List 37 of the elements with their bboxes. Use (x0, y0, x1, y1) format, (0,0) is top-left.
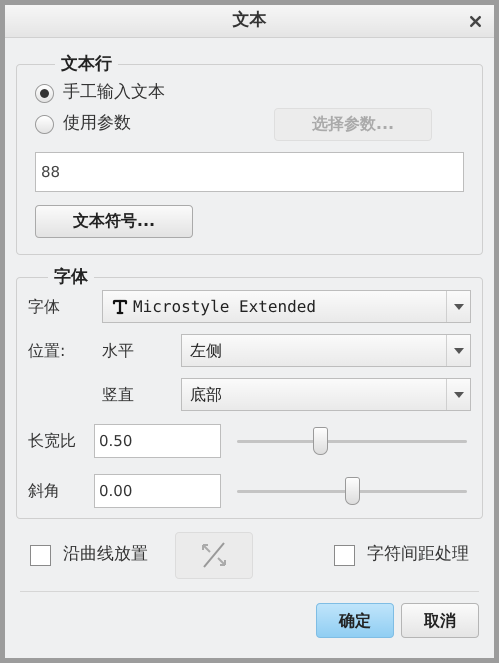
slider-thumb[interactable] (312, 426, 328, 454)
value-field[interactable]: 0.00 (94, 474, 221, 508)
checkbox[interactable] (30, 544, 51, 566)
window-title: 文本 (232, 9, 266, 32)
checkbox[interactable] (334, 544, 355, 566)
dropdown-arrow-icon (454, 348, 464, 354)
dropdown[interactable]: Microstyle Extended (102, 290, 471, 323)
font-label: 字体 (28, 296, 61, 318)
dropdown[interactable]: 左侧 (181, 334, 471, 367)
dropdown[interactable]: 底部 (181, 378, 471, 411)
checkbox-label: 字符间距处理 (367, 543, 469, 566)
cancel-button[interactable]: 取消 (401, 603, 479, 638)
dropdown-value: 左侧 (190, 340, 222, 362)
group-title: 文本行 (60, 53, 113, 76)
group-title: 字体 (53, 266, 89, 288)
font-icon (111, 298, 129, 316)
ok-button[interactable]: 确定 (316, 603, 394, 638)
radio-button[interactable] (35, 114, 54, 134)
slider-thumb[interactable] (345, 476, 360, 504)
text-symbol-button[interactable]: 文本符号... (35, 204, 193, 238)
close-icon[interactable] (467, 13, 484, 30)
radio-button[interactable] (35, 84, 54, 102)
slider-label: 长宽比 (28, 430, 77, 452)
radio-label: 使用参数 (63, 112, 131, 136)
checkbox-label: 沿曲线放置 (63, 543, 148, 566)
slider-label: 斜角 (28, 480, 61, 502)
position-label: 位置: (28, 340, 66, 362)
dropdown-arrow-icon (454, 392, 464, 398)
text-field[interactable]: 88 (35, 152, 464, 192)
vertical-label: 竖直 (102, 384, 135, 406)
horizontal-label: 水平 (102, 340, 135, 362)
flip-arrows-icon (200, 541, 228, 569)
dropdown-value: Microstyle Extended (133, 296, 316, 318)
dropdown-value: 底部 (190, 384, 222, 406)
dropdown-arrow-icon (454, 304, 464, 310)
value-field[interactable]: 0.50 (94, 424, 221, 458)
radio-label: 手工输入文本 (63, 81, 165, 104)
